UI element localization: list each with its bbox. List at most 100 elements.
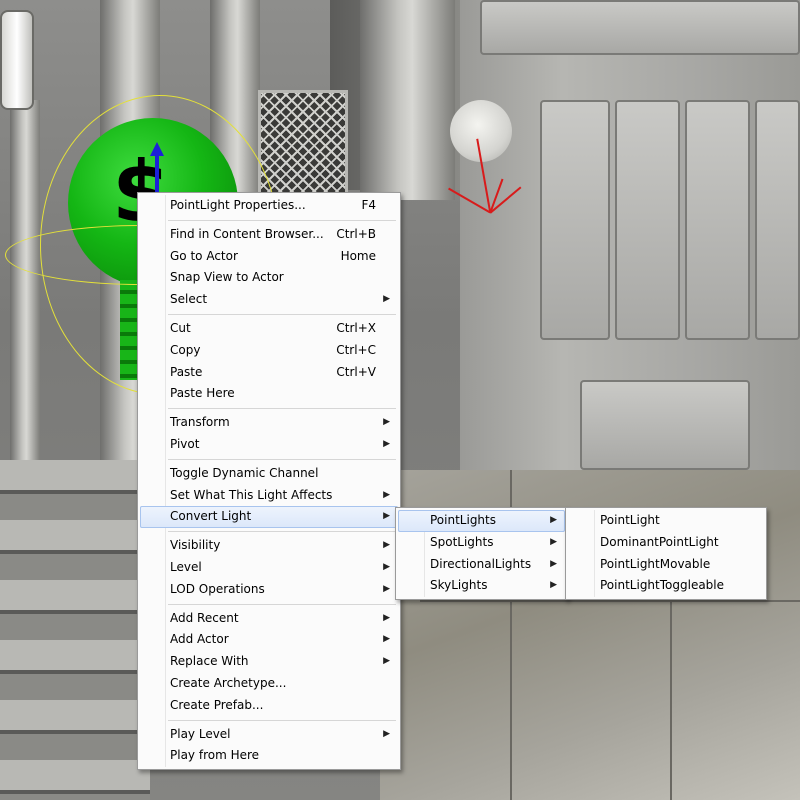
submenu-arrow-icon: ▶ [383, 540, 390, 551]
menu-item-label: DominantPointLight [600, 534, 719, 549]
menu-item-label: Level [170, 559, 202, 574]
menu-item-shortcut: Home [340, 248, 376, 263]
menu-item-label: Play from Here [170, 748, 260, 763]
menu-item-label: Set What This Light Affects [170, 487, 333, 502]
menu-item-pivot[interactable]: Pivot ▶ [140, 434, 398, 456]
menu-item-paste-here[interactable]: Paste Here [140, 383, 398, 405]
submenu-arrow-icon: ▶ [550, 558, 557, 569]
pipe [360, 0, 455, 200]
submenu-arrow-icon: ▶ [383, 728, 390, 739]
submenu-arrow-icon: ▶ [550, 580, 557, 591]
menu-item-label: Convert Light [170, 509, 252, 524]
menu-item-toggle-dynamic-channel[interactable]: Toggle Dynamic Channel [140, 463, 398, 485]
menu-item-shortcut: Ctrl+B [336, 226, 376, 241]
menu-item-transform[interactable]: Transform ▶ [140, 412, 398, 434]
menu-item-label: Add Recent [170, 610, 239, 625]
menu-item-label: Snap View to Actor [170, 270, 284, 285]
menu-item-label: Transform [170, 415, 230, 430]
menu-item-label: Go to Actor [170, 248, 238, 263]
stairs [0, 460, 150, 800]
wall-panel [755, 100, 800, 340]
menu-separator [168, 603, 396, 605]
menu-item-label: DirectionalLights [430, 556, 532, 571]
menu-item-lod-operations[interactable]: LOD Operations ▶ [140, 579, 398, 601]
menu-item-label: Replace With [170, 654, 249, 669]
menu-item-go-to-actor[interactable]: Go to Actor Home [140, 246, 398, 268]
actor-context-menu: PointLight Properties... F4 Find in Conten… [137, 192, 401, 771]
pointlights-submenu: PointLight DominantPointLight PointLightMo… [565, 507, 767, 601]
wall-lamp [0, 10, 34, 110]
menu-item-label: Pivot [170, 436, 200, 451]
menu-item-convert-light[interactable]: Convert Light ▶ [140, 506, 398, 529]
submenu-item-skylights[interactable]: SkyLights ▶ [398, 575, 565, 597]
wall-panel [685, 100, 750, 340]
menu-item-label: Paste Here [170, 386, 235, 401]
menu-item-label: PointLightMovable [600, 556, 711, 571]
submenu-item-pointlighttoggleable[interactable]: PointLightToggleable [568, 575, 764, 597]
menu-item-label: Toggle Dynamic Channel [170, 465, 319, 480]
submenu-arrow-icon: ▶ [550, 536, 557, 547]
menu-item-label: PointLight [600, 513, 660, 527]
menu-separator [168, 531, 396, 533]
submenu-item-dominantpointlight[interactable]: DominantPointLight [568, 532, 764, 554]
submenu-arrow-icon: ▶ [383, 489, 390, 500]
submenu-arrow-icon: ▶ [383, 417, 390, 428]
submenu-item-pointlight[interactable]: PointLight [568, 510, 764, 532]
wall-base-panel [580, 380, 750, 470]
submenu-arrow-icon: ▶ [383, 438, 390, 449]
menu-item-play-from-here[interactable]: Play from Here [140, 745, 398, 767]
menu-item-create-prefab[interactable]: Create Prefab... [140, 695, 398, 717]
menu-item-shortcut: Ctrl+V [336, 364, 376, 379]
submenu-item-pointlights[interactable]: PointLights ▶ [398, 510, 565, 532]
gizmo-z-arrow-icon[interactable] [150, 142, 164, 156]
menu-item-shortcut: F4 [361, 198, 376, 212]
menu-item-find-in-content-browser[interactable]: Find in Content Browser... Ctrl+B [140, 224, 398, 246]
menu-item-label: Create Prefab... [170, 697, 264, 712]
menu-item-label: Find in Content Browser... [170, 226, 324, 241]
menu-separator [168, 458, 396, 460]
menu-item-set-what-this-light-affects[interactable]: Set What This Light Affects ▶ [140, 485, 398, 507]
menu-item-select[interactable]: Select ▶ [140, 289, 398, 311]
convert-light-submenu: PointLights ▶ SpotLights ▶ DirectionalLights… [395, 507, 568, 601]
menu-item-label: PointLights [430, 513, 496, 527]
menu-item-label: PointLightToggleable [600, 578, 725, 593]
wall-top-panel [480, 0, 800, 55]
menu-item-cut[interactable]: Cut Ctrl+X [140, 318, 398, 340]
menu-item-label: SpotLights [430, 534, 494, 549]
menu-item-shortcut: Ctrl+X [336, 320, 376, 335]
menu-item-label: Play Level [170, 726, 231, 741]
menu-separator [168, 719, 396, 721]
submenu-arrow-icon: ▶ [383, 294, 390, 305]
menu-item-label: Paste [170, 364, 203, 379]
menu-item-play-level[interactable]: Play Level ▶ [140, 724, 398, 746]
menu-item-copy[interactable]: Copy Ctrl+C [140, 340, 398, 362]
submenu-item-pointlightmovable[interactable]: PointLightMovable [568, 554, 764, 576]
menu-item-pointlight-properties[interactable]: PointLight Properties... F4 [140, 195, 398, 217]
menu-item-shortcut: Ctrl+C [336, 342, 376, 357]
menu-item-level[interactable]: Level ▶ [140, 557, 398, 579]
menu-item-visibility[interactable]: Visibility ▶ [140, 535, 398, 557]
menu-item-label: LOD Operations [170, 581, 265, 596]
menu-item-add-actor[interactable]: Add Actor ▶ [140, 629, 398, 651]
menu-item-label: Select [170, 292, 208, 307]
submenu-arrow-icon: ▶ [550, 515, 557, 525]
submenu-arrow-icon: ▶ [383, 583, 390, 594]
submenu-arrow-icon: ▶ [383, 612, 390, 623]
wall-panel [615, 100, 680, 340]
menu-item-label: Copy [170, 342, 201, 357]
menu-item-label: Cut [170, 320, 191, 335]
menu-item-snap-view-to-actor[interactable]: Snap View to Actor [140, 267, 398, 289]
menu-item-paste[interactable]: Paste Ctrl+V [140, 362, 398, 384]
menu-item-label: Add Actor [170, 632, 229, 647]
menu-item-replace-with[interactable]: Replace With ▶ [140, 651, 398, 673]
submenu-item-directionallights[interactable]: DirectionalLights ▶ [398, 554, 565, 576]
wall-panel [540, 100, 610, 340]
menu-item-label: Visibility [170, 538, 221, 553]
submenu-item-spotlights[interactable]: SpotLights ▶ [398, 532, 565, 554]
submenu-arrow-icon: ▶ [383, 656, 390, 667]
menu-item-add-recent[interactable]: Add Recent ▶ [140, 608, 398, 630]
menu-item-create-archetype[interactable]: Create Archetype... [140, 673, 398, 695]
menu-item-label: PointLight Properties... [170, 198, 306, 212]
light-actor-sphere[interactable] [450, 100, 512, 162]
pipe [10, 100, 40, 470]
